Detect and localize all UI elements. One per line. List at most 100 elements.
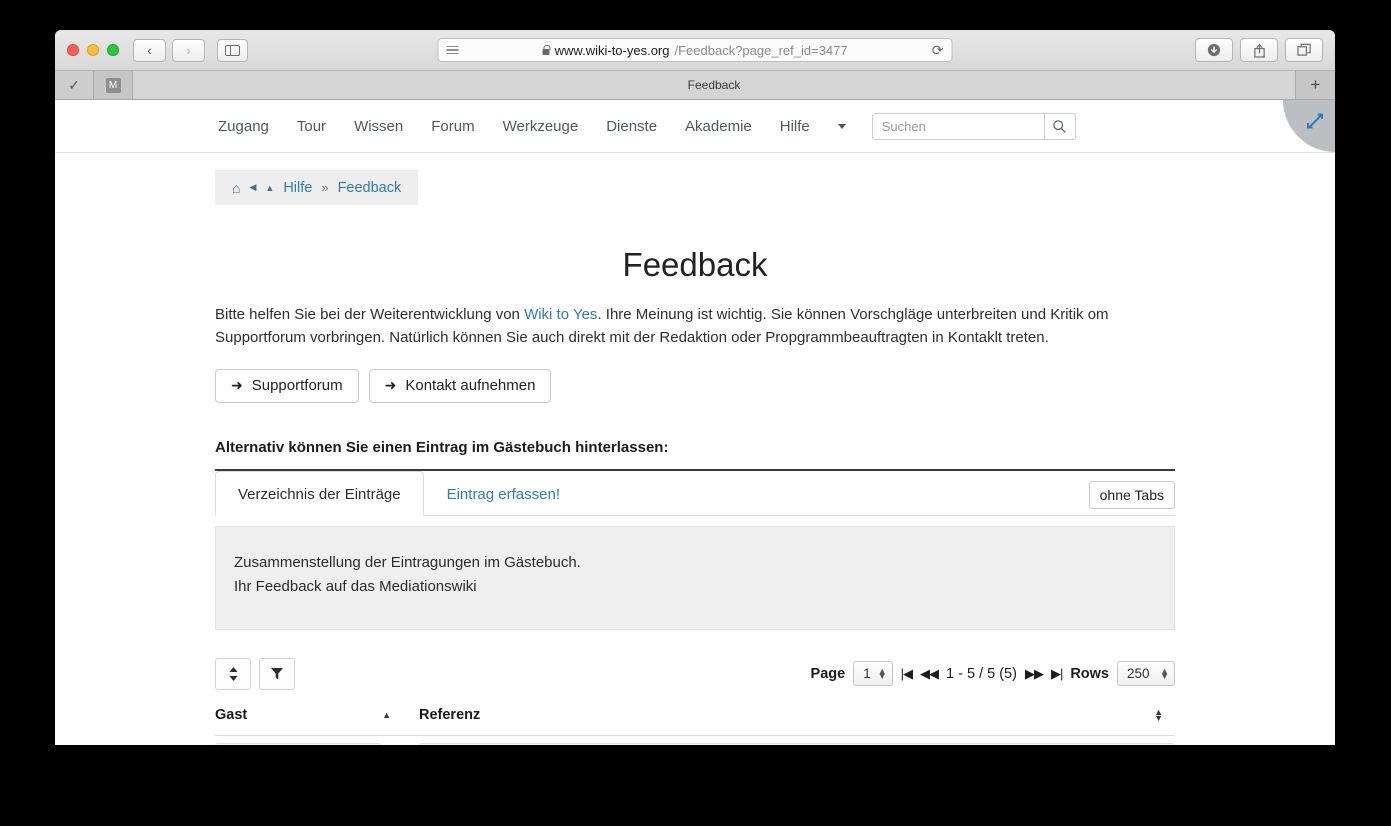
nav-item-wissen[interactable]: Wissen xyxy=(354,118,403,135)
site-navigation: Zugang Tour Wissen Forum Werkzeuge Diens… xyxy=(55,100,1335,153)
reader-view-icon[interactable] xyxy=(446,45,459,55)
content-column: ⌂ ◀ ▲ Hilfe » Feedback Feedback Bitte he… xyxy=(215,153,1175,745)
search-input[interactable] xyxy=(871,112,1044,140)
breadcrumb-item-hilfe[interactable]: Hilfe xyxy=(283,180,312,196)
reload-icon[interactable]: ⟳ xyxy=(932,42,944,59)
info-line-1: Zusammenstellung der Eintragungen im Gäs… xyxy=(234,553,581,571)
info-line-2: Ihr Feedback auf das Mediationswiki xyxy=(234,577,477,595)
pinned-tab-m[interactable]: M xyxy=(94,71,133,99)
page-value: 1 xyxy=(863,666,871,681)
breadcrumb-item-feedback[interactable]: Feedback xyxy=(338,180,402,196)
browser-toolbar: ‹ › www.wiki-to-yes.org/Feedback?page_re… xyxy=(55,30,1335,71)
chevron-updown-icon: ▲ ▼ xyxy=(877,665,887,681)
chevron-left-icon: ‹ xyxy=(147,42,152,58)
table-header-row: Gast ▲ Referenz ▲ ▼ xyxy=(215,700,1175,736)
site-search xyxy=(871,112,1076,140)
pagination-controls: Page 1 ▲ ▼ |◀ ◀◀ 1 - 5 / 5 (5) ▶▶ ▶| Rows… xyxy=(811,661,1175,686)
wiki-to-yes-link[interactable]: Wiki to Yes xyxy=(524,306,597,323)
favicon-m: M xyxy=(105,77,121,93)
downloads-button[interactable] xyxy=(1195,38,1233,62)
filter-input-referenz[interactable] xyxy=(419,742,1175,745)
intro-paragraph: Bitte helfen Sie bei der Weiterentwicklu… xyxy=(215,303,1175,350)
info-box: Zusammenstellung der Eintragungen im Gäs… xyxy=(215,525,1175,630)
supportforum-button-label: Supportforum xyxy=(251,377,343,394)
supportforum-button[interactable]: ➜ Supportforum xyxy=(215,368,359,403)
tab-eintrag-erfassen[interactable]: Eintrag erfassen! xyxy=(424,471,583,516)
zoom-window-button[interactable] xyxy=(107,44,119,56)
prev-page-button[interactable]: ◀◀ xyxy=(920,666,939,682)
kontakt-aufnehmen-button[interactable]: ➜ Kontakt aufnehmen xyxy=(368,368,552,403)
pinned-tab-check[interactable]: ✓ xyxy=(55,71,94,99)
column-header-referenz-label: Referenz xyxy=(419,706,481,723)
back-button[interactable]: ‹ xyxy=(133,38,166,62)
minimize-window-button[interactable] xyxy=(87,44,99,56)
next-page-button[interactable]: ▶▶ xyxy=(1025,666,1044,682)
chevron-down-icon[interactable] xyxy=(837,123,846,129)
tab-feedback[interactable]: Feedback xyxy=(133,71,1296,99)
search-icon xyxy=(1053,119,1067,133)
filter-input-gast[interactable] xyxy=(215,742,381,745)
window-controls xyxy=(67,44,119,56)
nav-item-werkzeuge[interactable]: Werkzeuge xyxy=(503,118,579,135)
table-filter-row xyxy=(215,735,1175,745)
breadcrumb-prev-icon[interactable]: ◀ xyxy=(249,182,256,193)
breadcrumb-up-icon[interactable]: ▲ xyxy=(265,183,274,193)
first-page-button[interactable]: |◀ xyxy=(901,666,913,682)
intro-text-part1: Bitte helfen Sie bei der Weiterentwicklu… xyxy=(215,306,525,323)
rows-value: 250 xyxy=(1127,666,1150,681)
tab-verzeichnis-der-eintraege[interactable]: Verzeichnis der Einträge xyxy=(215,470,424,516)
ohne-tabs-button[interactable]: ohne Tabs xyxy=(1088,480,1175,509)
action-buttons: ➜ Supportforum ➜ Kontakt aufnehmen xyxy=(215,368,1175,403)
page-select[interactable]: 1 ▲ ▼ xyxy=(853,661,893,686)
home-icon[interactable]: ⌂ xyxy=(232,180,240,196)
sort-updown-icon: ▲ ▼ xyxy=(1154,706,1163,723)
forward-button[interactable]: › xyxy=(172,38,205,62)
page-viewport: Zugang Tour Wissen Forum Werkzeuge Diens… xyxy=(55,100,1335,745)
table-body: Administrator Die ersten Rückmeldungen s… xyxy=(215,735,1175,745)
column-header-gast-label: Gast xyxy=(215,706,248,723)
column-header-gast[interactable]: Gast ▲ xyxy=(215,700,403,736)
arrow-right-icon: ➜ xyxy=(231,377,243,393)
share-icon xyxy=(1253,43,1265,58)
guestbook-tabs: Verzeichnis der Einträge Eintrag erfasse… xyxy=(215,470,1175,516)
kontakt-button-label: Kontakt aufnehmen xyxy=(405,377,536,394)
filter-button[interactable] xyxy=(259,657,295,690)
navigation-buttons: ‹ › xyxy=(133,38,205,62)
nav-item-hilfe[interactable]: Hilfe xyxy=(780,118,810,135)
page-label: Page xyxy=(810,665,846,682)
arrow-right-icon: ➜ xyxy=(384,377,397,393)
sidebar-toggle-wrapper xyxy=(217,38,248,62)
url-host: www.wiki-to-yes.org xyxy=(554,42,670,58)
page-range-label: 1 - 5 / 5 (5) xyxy=(946,665,1017,682)
tab-bar: ✓ M Feedback + xyxy=(55,71,1335,100)
nav-item-akademie[interactable]: Akademie xyxy=(685,118,752,135)
address-bar[interactable]: www.wiki-to-yes.org/Feedback?page_ref_id… xyxy=(437,38,953,62)
sidebar-icon xyxy=(225,44,240,56)
sidebar-toggle-button[interactable] xyxy=(217,38,248,62)
close-window-button[interactable] xyxy=(67,44,79,56)
nav-item-zugang[interactable]: Zugang xyxy=(218,118,269,135)
column-header-referenz[interactable]: Referenz ▲ ▼ xyxy=(403,700,1175,736)
nav-item-dienste[interactable]: Dienste xyxy=(606,118,657,135)
tab-label: Feedback xyxy=(687,78,741,92)
toolbar-right-buttons xyxy=(1195,38,1323,62)
search-button[interactable] xyxy=(1043,112,1076,140)
tabs-icon xyxy=(1296,43,1311,56)
new-tab-button[interactable]: + xyxy=(1296,71,1335,99)
rows-select[interactable]: 250 ▲ ▼ xyxy=(1117,661,1175,686)
share-button[interactable] xyxy=(1240,38,1278,62)
filter-cell-gast xyxy=(215,735,403,745)
check-icon: ✓ xyxy=(68,76,80,93)
chevron-updown-icon: ▲ ▼ xyxy=(1160,665,1169,681)
nav-item-forum[interactable]: Forum xyxy=(431,118,474,135)
sort-button[interactable] xyxy=(215,657,251,690)
alternative-heading: Alternativ können Sie einen Eintrag im G… xyxy=(215,438,669,456)
expand-icon xyxy=(1307,113,1323,129)
url-text: www.wiki-to-yes.org/Feedback?page_ref_id… xyxy=(459,43,932,58)
browser-window: ‹ › www.wiki-to-yes.org/Feedback?page_re… xyxy=(55,30,1335,745)
tab-overview-button[interactable] xyxy=(1285,38,1323,62)
page-content: Zugang Tour Wissen Forum Werkzeuge Diens… xyxy=(55,100,1335,745)
table-toolbar: Page 1 ▲ ▼ |◀ ◀◀ 1 - 5 / 5 (5) ▶▶ ▶| Rows… xyxy=(215,657,1175,690)
nav-item-tour[interactable]: Tour xyxy=(297,118,326,135)
last-page-button[interactable]: ▶| xyxy=(1051,666,1063,682)
